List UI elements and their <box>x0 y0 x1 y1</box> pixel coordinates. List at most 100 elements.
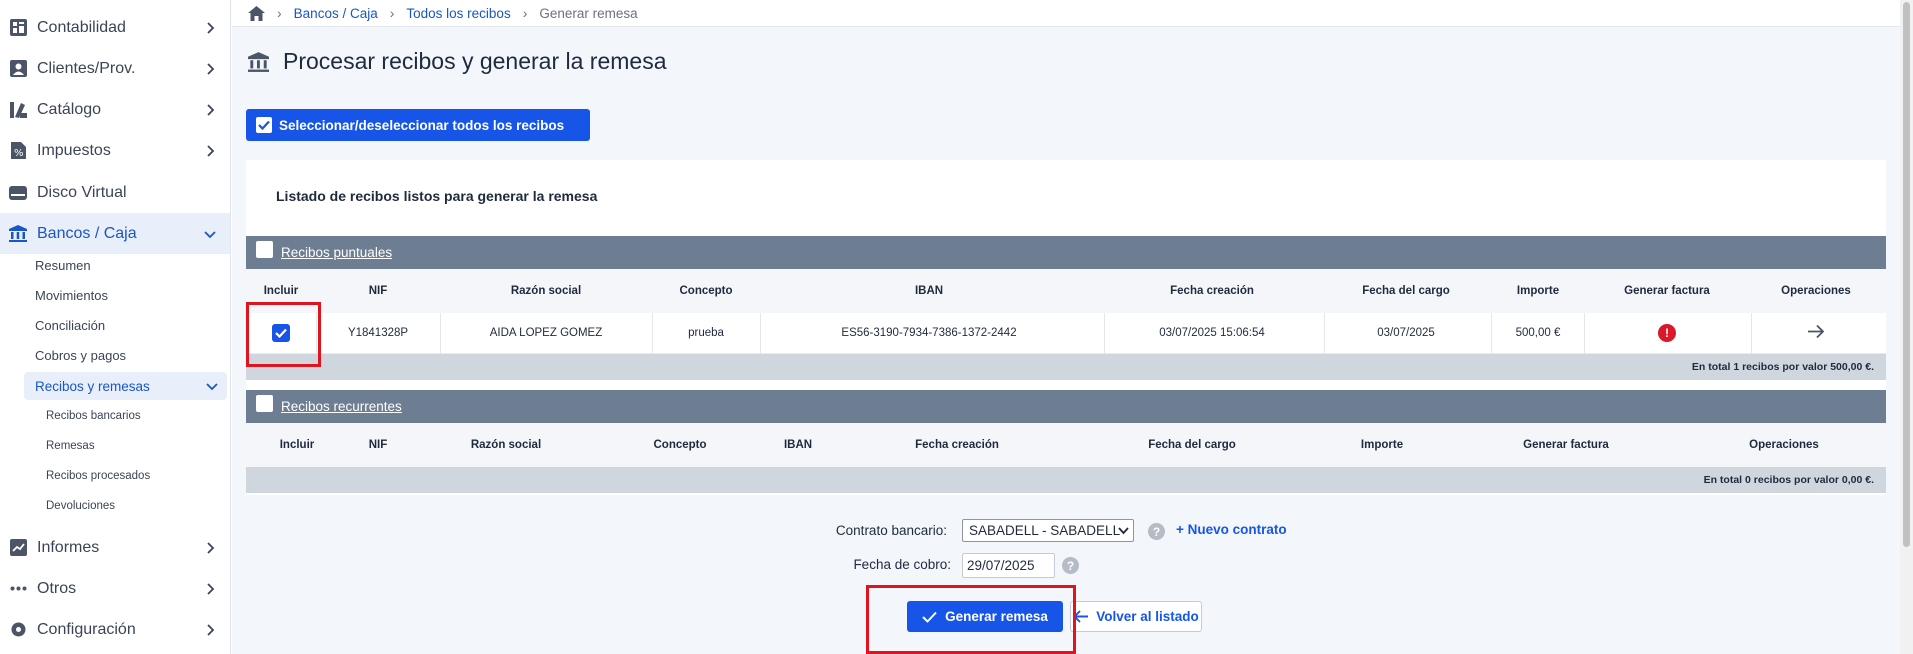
help-icon[interactable]: ? <box>1148 523 1165 540</box>
totals-puntuales: En total 1 recibos por valor 500,00 €. <box>246 354 1886 380</box>
sidebar-item-catalogo[interactable]: Catálogo <box>0 89 230 130</box>
chevron-right-icon <box>207 103 215 116</box>
column-header: Fecha creación <box>1170 285 1254 297</box>
sidebar-item-label: Contabilidad <box>37 18 126 36</box>
breadcrumb-bancos-caja[interactable]: Bancos / Caja <box>294 6 378 21</box>
column-header: Razón social <box>470 439 542 451</box>
sidebar-item-label: Otros <box>37 579 77 597</box>
sidebar-item-informes[interactable]: Informes <box>0 527 230 568</box>
cell-razon-social: AIDA LOPEZ GOMEZ <box>489 327 603 339</box>
select-all-button[interactable]: Seleccionar/deseleccionar todos los reci… <box>246 109 590 141</box>
column-header: Generar factura <box>1624 285 1710 297</box>
column-header: Incluir <box>279 439 315 451</box>
chevron-right-icon <box>207 541 215 554</box>
sidebar-subsubitem-devoluciones[interactable]: Devoluciones <box>46 500 115 512</box>
cell-concepto: prueba <box>688 327 724 339</box>
sidebar-item-contabilidad[interactable]: Contabilidad <box>0 7 230 48</box>
breadcrumb-separator-icon: › <box>389 5 395 21</box>
breadcrumb-separator-icon: › <box>522 5 528 21</box>
breadcrumb-current: Generar remesa <box>539 5 638 21</box>
section-checkbox[interactable] <box>256 395 273 412</box>
column-header: Fecha creación <box>915 439 999 451</box>
checkbox-checked-icon <box>256 117 272 133</box>
column-header: Fecha del cargo <box>1362 285 1450 297</box>
svg-text:%: % <box>14 148 24 159</box>
catalog-icon <box>9 101 27 119</box>
table-header-recurrentes: Incluir NIF Razón social Concepto IBAN F… <box>246 423 1886 467</box>
generar-remesa-label: Generar remesa <box>945 609 1048 624</box>
sidebar-item-configuracion[interactable]: Configuración <box>0 609 230 650</box>
sidebar-subitem-recibos-remesas[interactable]: Recibos y remesas <box>24 372 227 400</box>
tax-icon: % <box>9 142 27 160</box>
section-recibos-puntuales: Recibos puntuales <box>246 236 1886 269</box>
sidebar-item-label: Impuestos <box>37 141 111 159</box>
help-icon[interactable]: ? <box>1062 557 1079 574</box>
nuevo-contrato-link[interactable]: + Nuevo contrato <box>1176 522 1287 537</box>
home-icon[interactable] <box>248 5 265 21</box>
arrow-left-icon <box>1073 610 1089 623</box>
section-label[interactable]: Recibos recurrentes <box>281 399 402 414</box>
sidebar-item-otros[interactable]: Otros <box>0 568 230 609</box>
chevron-down-icon <box>204 230 216 238</box>
cell-importe: 500,00 € <box>1515 327 1561 339</box>
contrato-value: SABADELL - SABADELL <box>969 523 1121 538</box>
chevron-down-icon <box>1118 527 1129 535</box>
chevron-right-icon <box>207 21 215 34</box>
page-title-text: Procesar recibos y generar la remesa <box>283 48 667 74</box>
column-header: Operaciones <box>1781 285 1851 297</box>
scrollbar-thumb[interactable] <box>1903 2 1910 547</box>
sidebar-subitem-cobros-pagos[interactable]: Cobros y pagos <box>35 348 126 363</box>
sidebar-subitem-conciliacion[interactable]: Conciliación <box>35 318 105 333</box>
breadcrumb-separator-icon: › <box>277 5 282 21</box>
column-header: IBAN <box>914 285 944 297</box>
vertical-scrollbar[interactable] <box>1900 0 1913 654</box>
check-icon <box>922 611 937 623</box>
volver-listado-button[interactable]: Volver al listado <box>1070 601 1202 632</box>
section-checkbox[interactable] <box>256 241 273 258</box>
sidebar-item-impuestos[interactable]: % Impuestos <box>0 130 230 171</box>
chevron-down-icon <box>206 383 218 391</box>
column-header: Incluir <box>263 285 299 297</box>
column-header: Concepto <box>653 439 707 451</box>
checkbox-checked-icon <box>272 324 290 342</box>
cell-iban: ES56-3190-7934-7386-1372-2442 <box>841 327 1017 339</box>
sidebar-item-bancos-caja[interactable]: Bancos / Caja <box>0 213 230 254</box>
sidebar-item-label: Clientes/Prov. <box>37 59 136 77</box>
dashboard-icon <box>9 19 27 37</box>
sidebar-subsubitem-remesas[interactable]: Remesas <box>46 440 95 452</box>
receipts-card: Listado de recibos listos para generar l… <box>246 160 1886 495</box>
breadcrumb-todos-recibos[interactable]: Todos los recibos <box>406 6 510 21</box>
column-header: Razón social <box>510 285 582 297</box>
sidebar-item-disco-virtual[interactable]: Disco Virtual <box>0 172 230 213</box>
sidebar-item-clientes[interactable]: Clientes/Prov. <box>0 48 230 89</box>
card-title: Listado de recibos listos para generar l… <box>276 188 598 204</box>
sidebar-subsubitem-recibos-procesados[interactable]: Recibos procesados <box>46 470 150 482</box>
sidebar: Contabilidad Clientes/Prov. Catálogo % I… <box>0 0 231 654</box>
cell-nif: Y1841328P <box>347 327 409 339</box>
fecha-cobro-label: Fecha de cobro: <box>853 557 951 572</box>
column-header: Operaciones <box>1749 439 1819 451</box>
volver-listado-label: Volver al listado <box>1096 609 1199 624</box>
generar-remesa-button[interactable]: Generar remesa <box>907 601 1063 632</box>
sidebar-subitem-resumen[interactable]: Resumen <box>35 258 91 273</box>
column-header: NIF <box>368 285 388 297</box>
sidebar-item-label: Configuración <box>37 620 136 638</box>
fecha-cobro-input[interactable]: 29/07/2025 <box>962 553 1055 578</box>
breadcrumb: › Bancos / Caja › Todos los recibos › Ge… <box>232 0 1900 27</box>
sidebar-item-label: Disco Virtual <box>37 183 127 201</box>
table-header-puntuales: Incluir NIF Razón social Concepto IBAN F… <box>246 269 1886 313</box>
report-icon <box>9 539 27 557</box>
arrow-right-icon[interactable] <box>1807 324 1825 342</box>
column-header: Generar factura <box>1523 439 1609 451</box>
chevron-right-icon <box>207 144 215 157</box>
column-header: Importe <box>1360 439 1404 451</box>
section-recibos-recurrentes: Recibos recurrentes <box>246 390 1886 423</box>
select-all-label: Seleccionar/deseleccionar todos los reci… <box>279 117 565 133</box>
sidebar-item-label: Informes <box>37 538 100 556</box>
cell-fecha-cargo: 03/07/2025 <box>1377 327 1435 339</box>
section-label[interactable]: Recibos puntuales <box>281 245 392 260</box>
sidebar-subitem-movimientos[interactable]: Movimientos <box>35 288 108 303</box>
sidebar-subsubitem-recibos-bancarios[interactable]: Recibos bancarios <box>46 410 141 422</box>
sidebar-item-label: Bancos / Caja <box>37 224 137 242</box>
contrato-select[interactable]: SABADELL - SABADELL <box>962 519 1134 542</box>
